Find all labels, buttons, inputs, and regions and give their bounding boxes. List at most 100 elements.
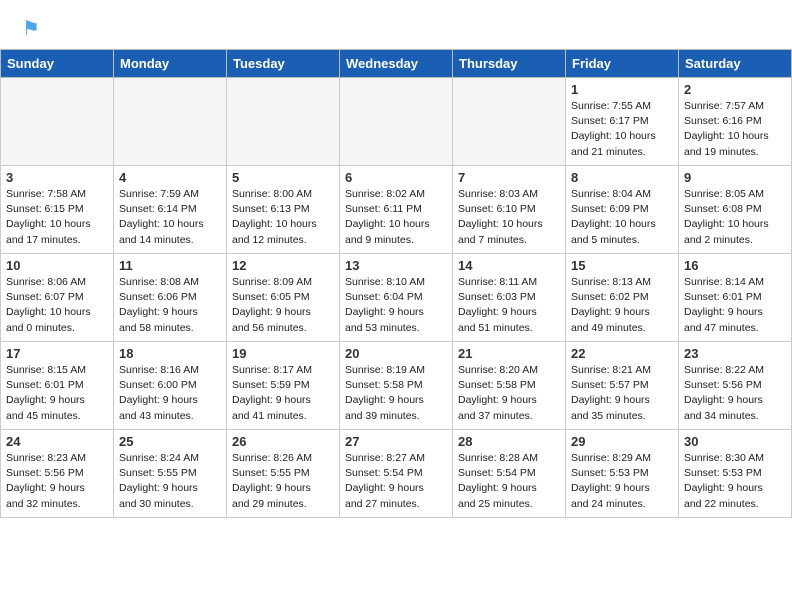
day-number: 6 xyxy=(345,170,447,185)
calendar-cell xyxy=(114,78,227,166)
calendar-cell: 11 Sunrise: 8:08 AMSunset: 6:06 PMDayligh… xyxy=(114,254,227,342)
day-info: Sunrise: 8:08 AMSunset: 6:06 PMDaylight:… xyxy=(119,275,221,336)
calendar-cell: 14 Sunrise: 8:11 AMSunset: 6:03 PMDayligh… xyxy=(453,254,566,342)
day-info: Sunrise: 8:17 AMSunset: 5:59 PMDaylight:… xyxy=(232,363,334,424)
day-number: 17 xyxy=(6,346,108,361)
weekday-header-thursday: Thursday xyxy=(453,50,566,78)
day-number: 15 xyxy=(571,258,673,273)
day-info: Sunrise: 8:02 AMSunset: 6:11 PMDaylight:… xyxy=(345,187,447,248)
day-number: 5 xyxy=(232,170,334,185)
weekday-header-sunday: Sunday xyxy=(1,50,114,78)
calendar-cell: 29Sunrise: 8:29 AMSunset: 5:53 PMDayligh… xyxy=(566,430,679,518)
day-info: Sunrise: 8:24 AMSunset: 5:55 PMDaylight:… xyxy=(119,451,221,512)
day-number: 21 xyxy=(458,346,560,361)
day-number: 11 xyxy=(119,258,221,273)
day-number: 22 xyxy=(571,346,673,361)
day-number: 4 xyxy=(119,170,221,185)
calendar-cell: 13 Sunrise: 8:10 AMSunset: 6:04 PMDayligh… xyxy=(340,254,453,342)
day-info: Sunrise: 8:06 AMSunset: 6:07 PMDaylight:… xyxy=(6,275,108,336)
day-number: 10 xyxy=(6,258,108,273)
weekday-header-saturday: Saturday xyxy=(679,50,792,78)
calendar-cell: 24 Sunrise: 8:23 AMSunset: 5:56 PMDayligh… xyxy=(1,430,114,518)
day-info: Sunrise: 8:30 AMSunset: 5:53 PMDaylight:… xyxy=(684,451,786,512)
day-number: 7 xyxy=(458,170,560,185)
logo-flag-icon: ⚑ xyxy=(22,16,40,41)
day-info: Sunrise: 8:15 AMSunset: 6:01 PMDaylight:… xyxy=(6,363,108,424)
calendar-cell: 9Sunrise: 8:05 AMSunset: 6:08 PMDaylight… xyxy=(679,166,792,254)
calendar-cell: 5 Sunrise: 8:00 AMSunset: 6:13 PMDaylight… xyxy=(227,166,340,254)
calendar-cell: 30 Sunrise: 8:30 AMSunset: 5:53 PMDayligh… xyxy=(679,430,792,518)
calendar-cell xyxy=(1,78,114,166)
calendar-cell: 25 Sunrise: 8:24 AMSunset: 5:55 PMDayligh… xyxy=(114,430,227,518)
day-info: Sunrise: 7:59 AMSunset: 6:14 PMDaylight:… xyxy=(119,187,221,248)
day-info: Sunrise: 8:23 AMSunset: 5:56 PMDaylight:… xyxy=(6,451,108,512)
day-number: 28 xyxy=(458,434,560,449)
day-info: Sunrise: 7:55 AMSunset: 6:17 PMDaylight:… xyxy=(571,99,673,160)
day-info: Sunrise: 8:26 AMSunset: 5:55 PMDaylight:… xyxy=(232,451,334,512)
day-info: Sunrise: 8:20 AMSunset: 5:58 PMDaylight:… xyxy=(458,363,560,424)
day-info: Sunrise: 8:28 AMSunset: 5:54 PMDaylight:… xyxy=(458,451,560,512)
calendar-cell: 4 Sunrise: 7:59 AMSunset: 6:14 PMDaylight… xyxy=(114,166,227,254)
calendar-cell xyxy=(453,78,566,166)
weekday-header-tuesday: Tuesday xyxy=(227,50,340,78)
day-number: 13 xyxy=(345,258,447,273)
calendar-header-row: SundayMondayTuesdayWednesdayThursdayFrid… xyxy=(1,50,792,78)
calendar-table: SundayMondayTuesdayWednesdayThursdayFrid… xyxy=(0,49,792,518)
calendar-cell: 15 Sunrise: 8:13 AMSunset: 6:02 PMDayligh… xyxy=(566,254,679,342)
calendar-cell: 21 Sunrise: 8:20 AMSunset: 5:58 PMDayligh… xyxy=(453,342,566,430)
weekday-header-monday: Monday xyxy=(114,50,227,78)
day-info: Sunrise: 7:57 AMSunset: 6:16 PMDaylight:… xyxy=(684,99,786,160)
day-number: 27 xyxy=(345,434,447,449)
calendar-cell xyxy=(227,78,340,166)
day-info: Sunrise: 8:21 AMSunset: 5:57 PMDaylight:… xyxy=(571,363,673,424)
day-info: Sunrise: 8:16 AMSunset: 6:00 PMDaylight:… xyxy=(119,363,221,424)
logo: ⚑ xyxy=(20,16,40,41)
day-info: Sunrise: 7:58 AMSunset: 6:15 PMDaylight:… xyxy=(6,187,108,248)
day-info: Sunrise: 8:22 AMSunset: 5:56 PMDaylight:… xyxy=(684,363,786,424)
day-info: Sunrise: 8:13 AMSunset: 6:02 PMDaylight:… xyxy=(571,275,673,336)
calendar-cell: 6 Sunrise: 8:02 AMSunset: 6:11 PMDaylight… xyxy=(340,166,453,254)
day-number: 2 xyxy=(684,82,786,97)
calendar-cell: 26 Sunrise: 8:26 AMSunset: 5:55 PMDayligh… xyxy=(227,430,340,518)
weekday-header-friday: Friday xyxy=(566,50,679,78)
day-number: 19 xyxy=(232,346,334,361)
day-info: Sunrise: 8:19 AMSunset: 5:58 PMDaylight:… xyxy=(345,363,447,424)
day-info: Sunrise: 8:14 AMSunset: 6:01 PMDaylight:… xyxy=(684,275,786,336)
day-info: Sunrise: 8:10 AMSunset: 6:04 PMDaylight:… xyxy=(345,275,447,336)
day-number: 20 xyxy=(345,346,447,361)
calendar-cell xyxy=(340,78,453,166)
calendar-cell: 17 Sunrise: 8:15 AMSunset: 6:01 PMDayligh… xyxy=(1,342,114,430)
day-number: 12 xyxy=(232,258,334,273)
day-info: Sunrise: 8:05 AMSunset: 6:08 PMDaylight:… xyxy=(684,187,786,248)
calendar-cell: 18 Sunrise: 8:16 AMSunset: 6:00 PMDayligh… xyxy=(114,342,227,430)
weekday-header-wednesday: Wednesday xyxy=(340,50,453,78)
day-info: Sunrise: 8:11 AMSunset: 6:03 PMDaylight:… xyxy=(458,275,560,336)
calendar-cell: 19 Sunrise: 8:17 AMSunset: 5:59 PMDayligh… xyxy=(227,342,340,430)
day-number: 24 xyxy=(6,434,108,449)
calendar-cell: 16 Sunrise: 8:14 AMSunset: 6:01 PMDayligh… xyxy=(679,254,792,342)
day-number: 30 xyxy=(684,434,786,449)
day-info: Sunrise: 8:03 AMSunset: 6:10 PMDaylight:… xyxy=(458,187,560,248)
day-number: 14 xyxy=(458,258,560,273)
day-number: 1 xyxy=(571,82,673,97)
day-number: 3 xyxy=(6,170,108,185)
day-info: Sunrise: 8:00 AMSunset: 6:13 PMDaylight:… xyxy=(232,187,334,248)
day-number: 23 xyxy=(684,346,786,361)
day-number: 29 xyxy=(571,434,673,449)
day-number: 8 xyxy=(571,170,673,185)
day-number: 16 xyxy=(684,258,786,273)
day-info: Sunrise: 8:27 AMSunset: 5:54 PMDaylight:… xyxy=(345,451,447,512)
calendar-body: 1 Sunrise: 7:55 AMSunset: 6:17 PMDaylight… xyxy=(1,78,792,518)
calendar-week-3: 10 Sunrise: 8:06 AMSunset: 6:07 PMDayligh… xyxy=(1,254,792,342)
day-number: 18 xyxy=(119,346,221,361)
page-header: ⚑ xyxy=(0,0,792,49)
calendar-cell: 12Sunrise: 8:09 AMSunset: 6:05 PMDayligh… xyxy=(227,254,340,342)
calendar-cell: 2 Sunrise: 7:57 AMSunset: 6:16 PMDaylight… xyxy=(679,78,792,166)
calendar-cell: 10 Sunrise: 8:06 AMSunset: 6:07 PMDayligh… xyxy=(1,254,114,342)
calendar-cell: 20 Sunrise: 8:19 AMSunset: 5:58 PMDayligh… xyxy=(340,342,453,430)
calendar-cell: 27 Sunrise: 8:27 AMSunset: 5:54 PMDayligh… xyxy=(340,430,453,518)
day-number: 26 xyxy=(232,434,334,449)
day-number: 25 xyxy=(119,434,221,449)
calendar-cell: 23 Sunrise: 8:22 AMSunset: 5:56 PMDayligh… xyxy=(679,342,792,430)
calendar-cell: 1 Sunrise: 7:55 AMSunset: 6:17 PMDaylight… xyxy=(566,78,679,166)
